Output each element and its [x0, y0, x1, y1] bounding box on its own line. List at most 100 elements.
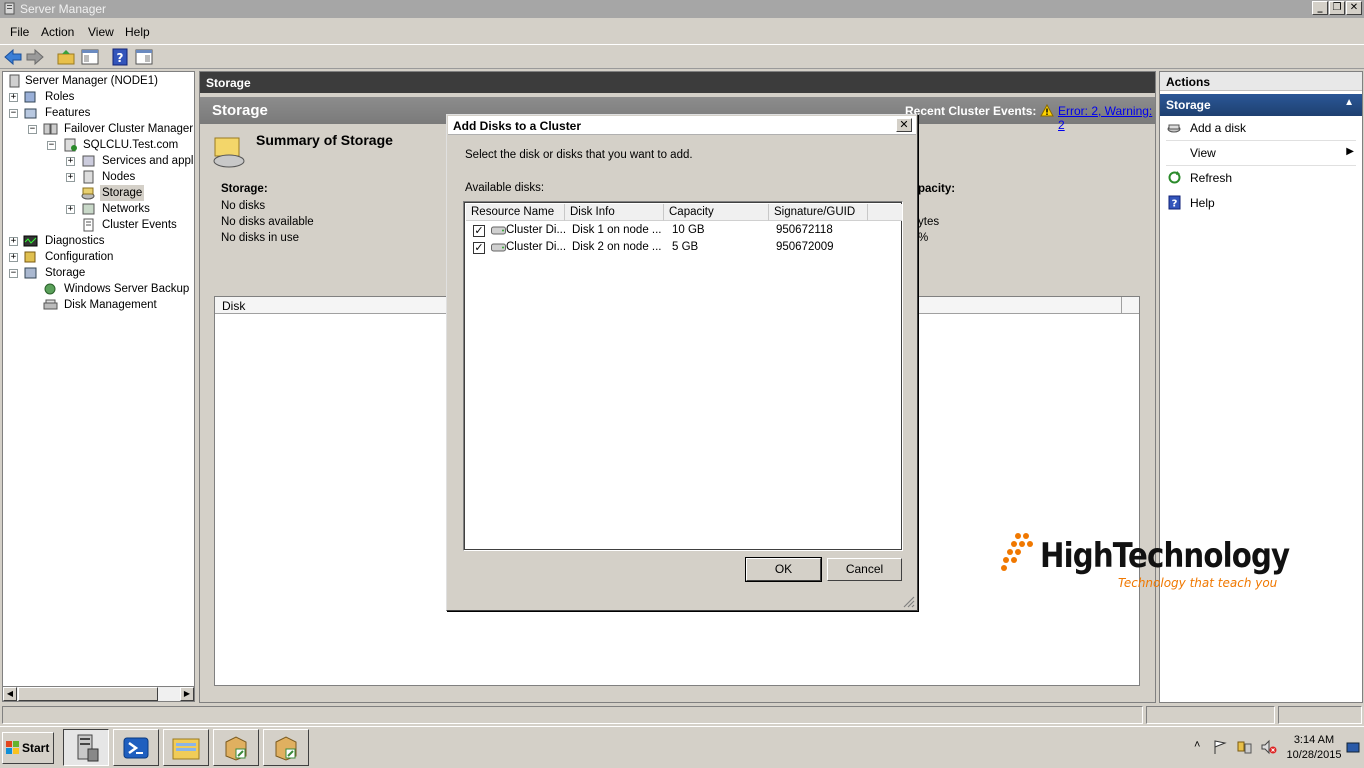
- ok-button[interactable]: OK: [745, 557, 822, 582]
- action-refresh[interactable]: Refresh: [1160, 166, 1362, 190]
- system-clock[interactable]: 3:14 AM 10/28/2015: [1283, 733, 1345, 763]
- tree-horizontal-scrollbar[interactable]: ◀ ▶: [2, 686, 195, 702]
- add-disks-dialog: Add Disks to a Cluster ✕ Select the disk…: [446, 114, 918, 611]
- disk-signature: 950672118: [776, 224, 833, 236]
- available-disks-list[interactable]: Resource Name Disk Info Capacity Signatu…: [463, 201, 903, 551]
- show-hide-tree-icon[interactable]: [80, 48, 100, 66]
- expand-diagnostics-icon[interactable]: +: [9, 237, 18, 246]
- expand-roles-icon[interactable]: +: [9, 93, 18, 102]
- scroll-right-button[interactable]: ▶: [180, 687, 194, 701]
- show-desktop-icon[interactable]: [1346, 741, 1360, 755]
- disk-info: Disk 2 on node ...: [572, 241, 662, 253]
- refresh-icon: [1168, 171, 1181, 184]
- taskbar-explorer[interactable]: [163, 729, 209, 766]
- disk-row-checkbox[interactable]: ✓: [473, 242, 485, 254]
- capacity-percent: %: [918, 232, 929, 244]
- clock-date: 10/28/2015: [1286, 749, 1342, 761]
- backup-icon: [44, 283, 56, 295]
- dialog-close-button[interactable]: ✕: [896, 118, 912, 132]
- collapse-cluster-icon[interactable]: −: [47, 141, 56, 150]
- hightechnology-watermark: HighTechnology Technology that teach you: [1000, 530, 1290, 600]
- disk-management-icon: [43, 299, 58, 310]
- show-hide-action-pane-icon[interactable]: [134, 48, 154, 66]
- watermark-title: HighTechnology: [1040, 536, 1290, 576]
- taskbar-package-2[interactable]: [263, 729, 309, 766]
- network-icon[interactable]: [1236, 739, 1253, 755]
- flag-icon[interactable]: [1212, 739, 1228, 755]
- storage-line-no-disks-available: No disks available: [221, 216, 314, 228]
- expand-configuration-icon[interactable]: +: [9, 253, 18, 262]
- menu-action[interactable]: Action: [41, 25, 74, 39]
- recent-events-link[interactable]: Error: 2, Warning: 2: [1058, 104, 1155, 132]
- dialog-prompt: Select the disk or disks that you want t…: [465, 149, 693, 161]
- up-folder-icon[interactable]: [56, 48, 76, 66]
- cluster-icon: [64, 138, 77, 152]
- minimize-button[interactable]: _: [1312, 1, 1328, 15]
- recent-events-label: Recent Cluster Events:: [905, 104, 1037, 118]
- actions-header: Actions: [1160, 72, 1362, 91]
- start-button[interactable]: Start: [2, 732, 54, 764]
- cancel-button[interactable]: Cancel: [827, 558, 902, 581]
- column-filler: [868, 204, 902, 221]
- diagnostics-icon: [23, 235, 38, 247]
- configuration-icon: [24, 251, 36, 263]
- column-divider: [1121, 297, 1122, 314]
- column-capacity[interactable]: Capacity: [664, 204, 769, 221]
- title-bar[interactable]: Server Manager _ ❐ ✕: [0, 0, 1364, 18]
- action-view[interactable]: View ▶: [1160, 141, 1362, 165]
- actions-section-storage[interactable]: Storage ▲: [1160, 94, 1362, 116]
- networks-icon: [82, 203, 95, 215]
- results-header: Storage: [200, 72, 1155, 93]
- storage-icon: [81, 187, 95, 200]
- action-help[interactable]: ? Help: [1160, 191, 1362, 215]
- capacity-label: pacity:: [918, 183, 956, 195]
- back-arrow-icon[interactable]: [3, 48, 23, 66]
- disk-row-checkbox[interactable]: ✓: [473, 225, 485, 237]
- disk-capacity: 10 GB: [672, 224, 705, 236]
- expand-networks-icon[interactable]: +: [66, 205, 75, 214]
- help-icon[interactable]: ?: [110, 48, 130, 66]
- disk-info: Disk 1 on node ...: [572, 224, 662, 236]
- column-signature-guid[interactable]: Signature/GUID: [769, 204, 868, 221]
- volume-muted-icon[interactable]: [1260, 739, 1277, 755]
- watermark-tagline: Technology that teach you: [1118, 576, 1278, 590]
- server-manager-taskbar-icon: [77, 734, 99, 762]
- storage-line-no-disks-in-use: No disks in use: [221, 232, 299, 244]
- taskbar-powershell[interactable]: [113, 729, 159, 766]
- disk-row[interactable]: ✓ Cluster Di... Disk 2 on node ... 5 GB …: [466, 239, 902, 256]
- collapse-features-icon[interactable]: −: [9, 109, 18, 118]
- server-manager-icon: [9, 74, 20, 88]
- forward-arrow-icon[interactable]: [25, 48, 45, 66]
- disk-row[interactable]: ✓ Cluster Di... Disk 1 on node ... 10 GB…: [466, 222, 902, 239]
- show-hidden-icons-chevron-icon[interactable]: ˄: [1194, 739, 1200, 751]
- scroll-left-button[interactable]: ◀: [3, 687, 17, 701]
- capacity-value: ytes: [918, 216, 940, 228]
- collapse-storage-icon[interactable]: −: [9, 269, 18, 278]
- restore-button[interactable]: ❐: [1329, 1, 1345, 15]
- disk-resource-name: Cluster Di...: [506, 241, 567, 253]
- toolbar: ?: [0, 44, 1364, 69]
- scroll-thumb[interactable]: [18, 687, 158, 701]
- column-resource-name[interactable]: Resource Name: [466, 204, 565, 221]
- status-bar: [0, 705, 1364, 725]
- window-title: Server Manager: [20, 2, 107, 16]
- collapse-up-icon[interactable]: ▲: [1344, 97, 1354, 108]
- taskbar-package-1[interactable]: [213, 729, 259, 766]
- menu-file[interactable]: File: [10, 25, 29, 39]
- add-disk-icon: [1167, 124, 1181, 133]
- collapse-failover-cluster-manager-icon[interactable]: −: [28, 125, 37, 134]
- action-add-a-disk[interactable]: Add a disk: [1160, 116, 1362, 140]
- menu-help[interactable]: Help: [125, 25, 150, 39]
- expand-services-icon[interactable]: +: [66, 157, 75, 166]
- status-panel-main: [2, 706, 1143, 724]
- taskbar-server-manager[interactable]: [63, 729, 109, 766]
- resize-grip-icon[interactable]: [903, 596, 915, 608]
- column-disk-info[interactable]: Disk Info: [565, 204, 664, 221]
- dialog-title-bar[interactable]: Add Disks to a Cluster ✕: [448, 116, 916, 135]
- expand-nodes-icon[interactable]: +: [66, 173, 75, 182]
- svg-text:?: ?: [1172, 199, 1178, 210]
- console-tree[interactable]: Server Manager (NODE1) + Roles − Feature…: [2, 71, 195, 687]
- help-book-icon: ?: [1168, 195, 1181, 210]
- menu-view[interactable]: View: [88, 25, 114, 39]
- close-button[interactable]: ✕: [1346, 1, 1362, 15]
